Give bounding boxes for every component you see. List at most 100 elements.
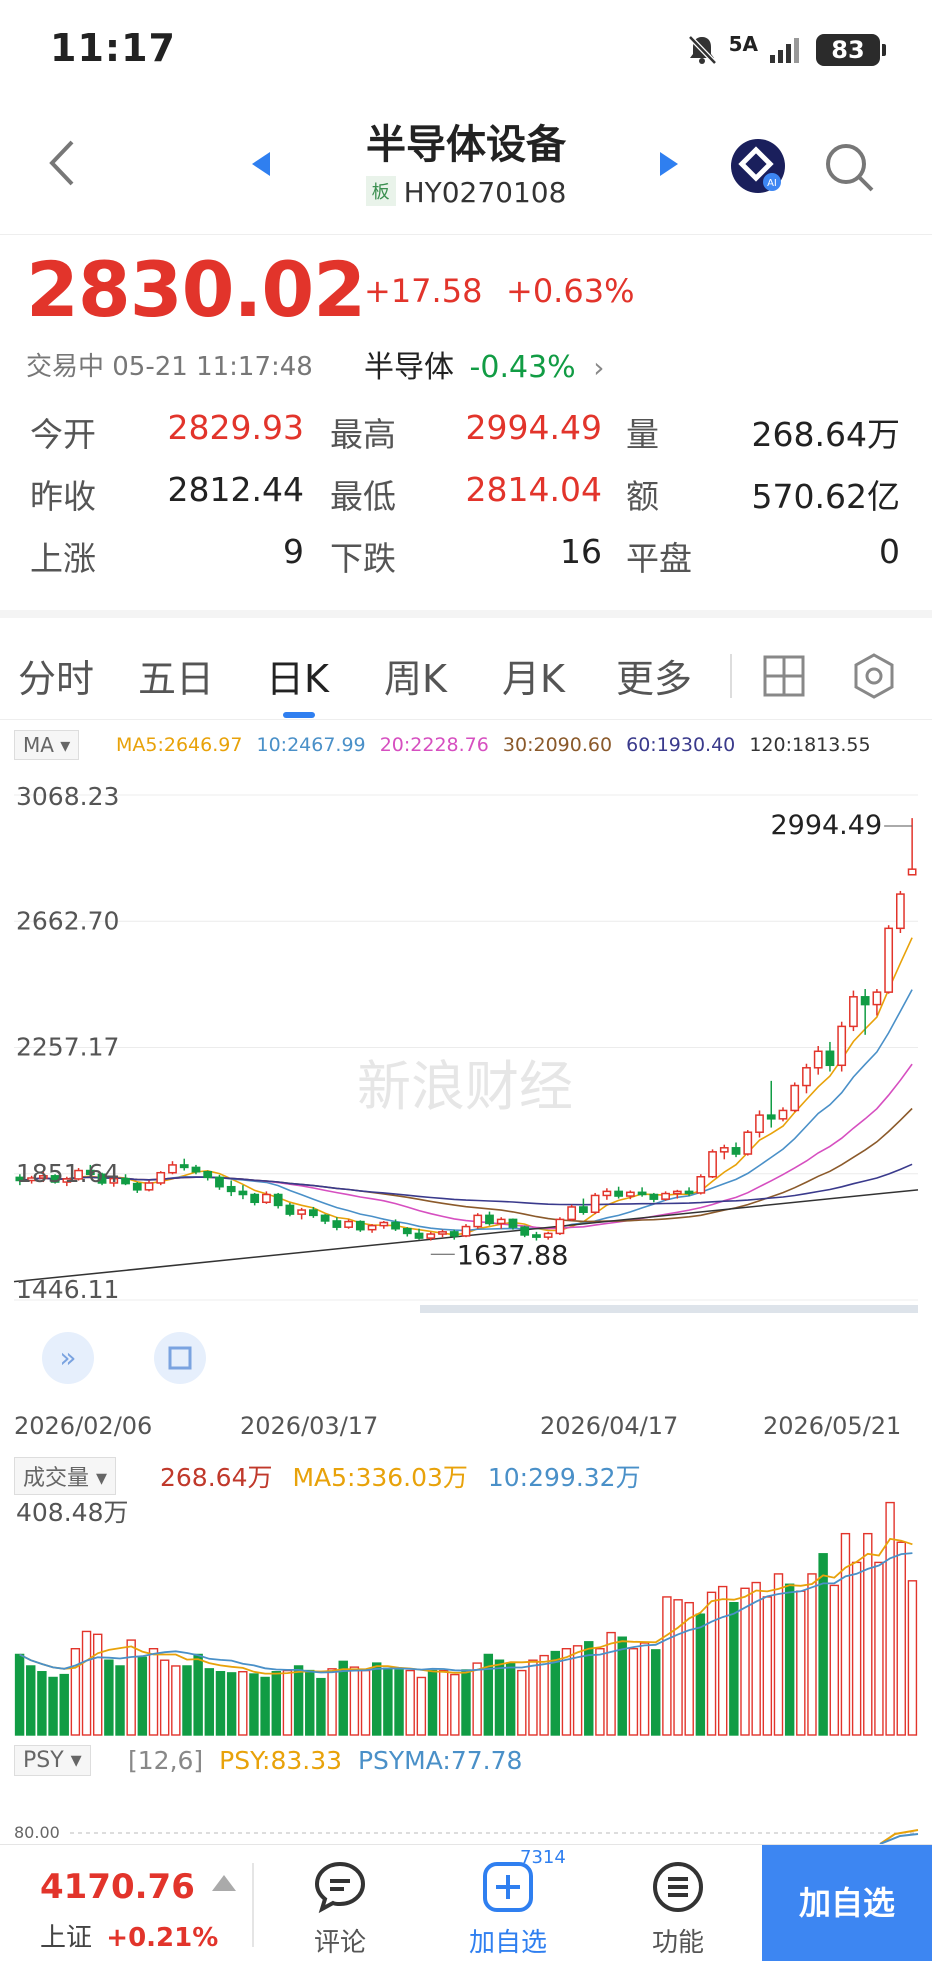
candle-down (191, 1166, 201, 1173)
tab-divider (730, 654, 732, 698)
flat-count-value: 0 (879, 532, 900, 571)
volume-bar-down (14, 1653, 25, 1736)
volume-bar-up (874, 1561, 884, 1736)
candle-down (355, 1220, 365, 1231)
volume-bar-down (550, 1650, 561, 1736)
volume-bar-down (695, 1613, 706, 1736)
settings-icon[interactable] (850, 652, 898, 700)
volume-bar-up (349, 1666, 360, 1736)
candle-down (766, 1114, 776, 1120)
candle-down (520, 1226, 530, 1236)
candle-down (132, 1182, 142, 1191)
y-tick-label: 2257.17 (16, 1033, 119, 1062)
volume-legend: 268.64万 MA5:336.03万 10:299.32万 (160, 1458, 641, 1494)
candle-up (496, 1218, 506, 1225)
add-watchlist-button[interactable]: 加自选 7314 (448, 1845, 568, 1961)
candle-up (168, 1164, 177, 1174)
chevron-right-icon: › (593, 351, 605, 384)
svg-text:AI: AI (767, 178, 777, 189)
tab-daily-k[interactable]: 日K (266, 648, 329, 703)
volume-current: 268.64万 (160, 1463, 273, 1492)
tab-monthly-k[interactable]: 月K (502, 648, 565, 703)
candle-up (849, 996, 858, 1028)
volume-bar-up (907, 1580, 918, 1736)
tab-more[interactable]: 更多 (616, 648, 692, 703)
x-tick-label: 2026/05/21 (763, 1412, 901, 1440)
top-nav: 半导体设备 板 HY0270108 AI (0, 100, 932, 235)
candle-up (344, 1220, 353, 1228)
tab-weekly-k[interactable]: 周K (384, 648, 447, 703)
volume-bar-up (606, 1631, 616, 1736)
volume-bar-down (26, 1665, 36, 1736)
function-menu-icon (653, 1862, 703, 1912)
psy-selector[interactable]: PSY ▾ (14, 1745, 91, 1776)
add-watchlist-count: 7314 (520, 1847, 566, 1868)
candle-up (896, 893, 905, 930)
volume-bar-up (126, 1639, 136, 1736)
ma-selector[interactable]: MA ▾ (14, 730, 80, 760)
candle-down (121, 1177, 130, 1185)
candle-down (731, 1147, 741, 1155)
fullscreen-icon[interactable] (154, 1332, 206, 1384)
volume-bar-up (863, 1532, 873, 1736)
volume-bar-down (271, 1671, 281, 1736)
volume-bar-up (851, 1561, 862, 1736)
candle-up (426, 1233, 436, 1239)
search-icon[interactable] (822, 140, 878, 196)
volume-selector[interactable]: 成交量 ▾ (14, 1457, 117, 1495)
volume-bar-down (215, 1671, 226, 1736)
flat-count-label: 平盘 (626, 539, 692, 578)
volume-bar-down (48, 1676, 58, 1736)
grid-layout-icon[interactable] (762, 654, 806, 698)
high-annotation: 2994.49 (770, 810, 882, 841)
volume-bar-up (327, 1668, 337, 1736)
volume-value: 268.64万 (751, 415, 900, 454)
candle-down (215, 1176, 224, 1188)
volume-bar-down (193, 1653, 203, 1736)
volume-bar-down (305, 1669, 315, 1736)
status-time: 11:17 (50, 26, 176, 70)
candle-down (825, 1050, 835, 1067)
tab-five-day[interactable]: 五日 (138, 648, 214, 703)
candle-up (543, 1232, 553, 1238)
support-band (420, 1305, 918, 1313)
index-pct: +0.21% (106, 1923, 219, 1953)
volume-bar-up (438, 1669, 449, 1736)
primary-action-button[interactable]: 加自选 (762, 1845, 932, 1961)
volume-bar-up (405, 1669, 415, 1736)
battery-icon: 83 (816, 34, 886, 66)
candle-up (473, 1214, 483, 1228)
comment-label: 评论 (313, 1928, 366, 1958)
comment-button[interactable]: 评论 (280, 1845, 400, 1961)
volume-bar-up (360, 1669, 371, 1736)
volume-bar-down (115, 1665, 125, 1736)
next-stock-icon[interactable] (656, 150, 682, 178)
kline-chart[interactable]: 新浪财经 3068.23 2662.70 2257.17 1851.64 1446.11… (0, 765, 932, 1440)
volume-bar-up (740, 1587, 750, 1736)
candle-down (238, 1190, 248, 1196)
volume-bar-up (773, 1573, 784, 1736)
candles (15, 818, 917, 1241)
candle-up (778, 1109, 788, 1120)
volume-bar-down (59, 1673, 69, 1736)
candle-up (438, 1231, 447, 1235)
status-icons: 5A 83 (685, 32, 886, 68)
volume-bar-up (628, 1648, 639, 1736)
index-ticker[interactable]: 4170.76 上证 +0.21% (0, 1845, 250, 1961)
volume-bar-down (494, 1659, 505, 1736)
high-value: 2994.49 (465, 408, 602, 447)
candle-up (802, 1067, 811, 1087)
bottom-divider (252, 1863, 254, 1947)
volume-bar-up (92, 1633, 103, 1736)
page-title: 半导体设备 (366, 122, 566, 168)
candle-up (719, 1147, 729, 1153)
price-change: +17.58 (364, 272, 483, 310)
expand-icon[interactable]: » (42, 1332, 94, 1384)
sector-link[interactable]: 半导体 -0.43% › (364, 342, 604, 386)
function-button[interactable]: 功能 (618, 1845, 738, 1961)
tab-intraday[interactable]: 分时 (18, 648, 94, 703)
volume-bars (14, 1501, 918, 1736)
ai-assistant-icon[interactable]: AI (728, 136, 788, 196)
candle-down (414, 1232, 424, 1239)
volume-chart[interactable]: 408.48万 (0, 1492, 932, 1737)
